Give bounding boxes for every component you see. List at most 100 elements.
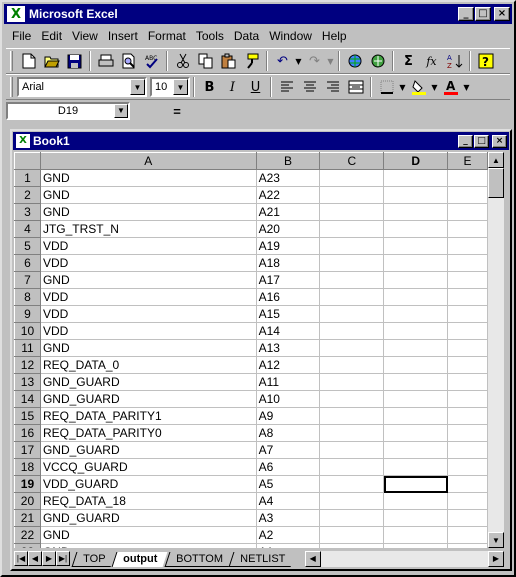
autosum-icon[interactable]: Σ [397, 50, 420, 72]
cell-b[interactable]: A23 [255, 169, 321, 187]
web-toolbar-icon[interactable] [366, 50, 389, 72]
cell-d[interactable] [383, 339, 449, 357]
cell-a[interactable]: JTG_TRST_N [39, 220, 257, 238]
cell-d[interactable] [383, 254, 449, 272]
row-header[interactable]: 13 [14, 373, 41, 391]
row-header[interactable]: 22 [14, 526, 41, 544]
bold-button[interactable]: B [198, 76, 221, 98]
cell-a[interactable]: VDD [39, 305, 257, 323]
cell-e[interactable] [447, 237, 488, 255]
cell-a[interactable]: GND [39, 186, 257, 204]
align-center-icon[interactable] [298, 76, 321, 98]
redo-dropdown-icon[interactable]: ▼ [326, 50, 335, 72]
cell-a[interactable]: VDD_GUARD [39, 475, 257, 493]
cell-c[interactable] [319, 390, 385, 408]
cell-e[interactable] [447, 203, 488, 221]
cell-b[interactable]: A21 [255, 203, 321, 221]
cell-c[interactable] [319, 424, 385, 442]
toolbar-grip[interactable] [10, 77, 13, 97]
cell-c[interactable] [319, 237, 385, 255]
cell-a[interactable]: GND_GUARD [39, 509, 257, 527]
row-header[interactable]: 14 [14, 390, 41, 408]
menu-format[interactable]: Format [143, 29, 191, 43]
cell-b[interactable]: A1 [255, 543, 321, 548]
cell-c[interactable] [319, 543, 385, 548]
menu-window[interactable]: Window [264, 29, 317, 43]
copy-icon[interactable] [194, 50, 217, 72]
row-header[interactable]: 10 [14, 322, 41, 340]
cell-b[interactable]: A5 [255, 475, 321, 493]
cell-e[interactable] [447, 356, 488, 374]
cell-e[interactable] [447, 526, 488, 544]
cell-e[interactable] [447, 169, 488, 187]
cell-e[interactable] [447, 288, 488, 306]
worksheet-grid[interactable]: A B C D E 1 GND A23 2 GND A22 3 GND A21 4 JTG_TRST… [14, 152, 488, 548]
font-color-icon[interactable]: A [439, 76, 462, 98]
cell-e[interactable] [447, 390, 488, 408]
cell-d[interactable] [383, 543, 449, 548]
chevron-down-icon[interactable]: ▼ [173, 79, 188, 95]
horizontal-scrollbar[interactable]: ◀ ▶ [304, 550, 504, 567]
cell-b[interactable]: A16 [255, 288, 321, 306]
cell-a[interactable]: VDD [39, 288, 257, 306]
prev-sheet-icon[interactable]: ◀ [28, 551, 42, 566]
cell-c[interactable] [319, 373, 385, 391]
align-right-icon[interactable] [321, 76, 344, 98]
cell-b[interactable]: A4 [255, 492, 321, 510]
cell-e[interactable] [447, 254, 488, 272]
cell-d[interactable] [383, 237, 449, 255]
row-header[interactable]: 23 [14, 543, 41, 548]
paste-icon[interactable] [217, 50, 240, 72]
row-header[interactable]: 5 [14, 237, 41, 255]
cell-b[interactable]: A6 [255, 458, 321, 476]
font-size-select[interactable]: 10 ▼ [150, 77, 190, 97]
print-preview-icon[interactable] [117, 50, 140, 72]
cell-a[interactable]: GND [39, 203, 257, 221]
cell-d[interactable] [383, 526, 449, 544]
cell-c[interactable] [319, 526, 385, 544]
workbook-icon[interactable]: X [16, 134, 30, 148]
cell-b[interactable]: A19 [255, 237, 321, 255]
cell-e[interactable] [447, 424, 488, 442]
cell-e[interactable] [447, 322, 488, 340]
cell-a[interactable]: GND [39, 271, 257, 289]
tab-bottom[interactable]: BOTTOM [164, 552, 233, 567]
workbook-close-button[interactable]: × [492, 134, 507, 148]
maximize-button[interactable]: □ [475, 7, 491, 21]
cell-c[interactable] [319, 407, 385, 425]
cell-b[interactable]: A15 [255, 305, 321, 323]
cell-a[interactable]: REQ_DATA_0 [39, 356, 257, 374]
column-header-b[interactable]: B [255, 152, 321, 170]
cell-a[interactable]: REQ_DATA_PARITY1 [39, 407, 257, 425]
cell-a[interactable]: REQ_DATA_18 [39, 492, 257, 510]
row-header[interactable]: 9 [14, 305, 41, 323]
align-left-icon[interactable] [275, 76, 298, 98]
chevron-down-icon[interactable]: ▼ [130, 79, 145, 95]
scroll-right-icon[interactable]: ▶ [488, 550, 504, 567]
cell-d[interactable] [383, 322, 449, 340]
menu-edit[interactable]: Edit [36, 29, 67, 43]
cell-c[interactable] [319, 186, 385, 204]
column-header-c[interactable]: C [319, 152, 385, 170]
row-header[interactable]: 6 [14, 254, 41, 272]
open-icon[interactable] [40, 50, 63, 72]
menu-file[interactable]: File [10, 29, 36, 43]
cell-d[interactable] [383, 203, 449, 221]
cell-c[interactable] [319, 305, 385, 323]
cell-c[interactable] [319, 339, 385, 357]
cell-e[interactable] [447, 543, 488, 548]
save-icon[interactable] [63, 50, 86, 72]
row-header[interactable]: 12 [14, 356, 41, 374]
cell-d[interactable] [383, 390, 449, 408]
row-header[interactable]: 20 [14, 492, 41, 510]
cell-a[interactable]: GND_GUARD [39, 390, 257, 408]
cell-a[interactable]: VDD [39, 237, 257, 255]
borders-dropdown-icon[interactable]: ▼ [398, 76, 407, 98]
cut-icon[interactable] [171, 50, 194, 72]
cell-e[interactable] [447, 441, 488, 459]
tab-output[interactable]: output [111, 552, 169, 567]
minimize-button[interactable]: _ [458, 7, 474, 21]
close-button[interactable]: × [494, 7, 510, 21]
column-header-d[interactable]: D [383, 152, 449, 170]
scroll-thumb[interactable] [488, 168, 504, 198]
